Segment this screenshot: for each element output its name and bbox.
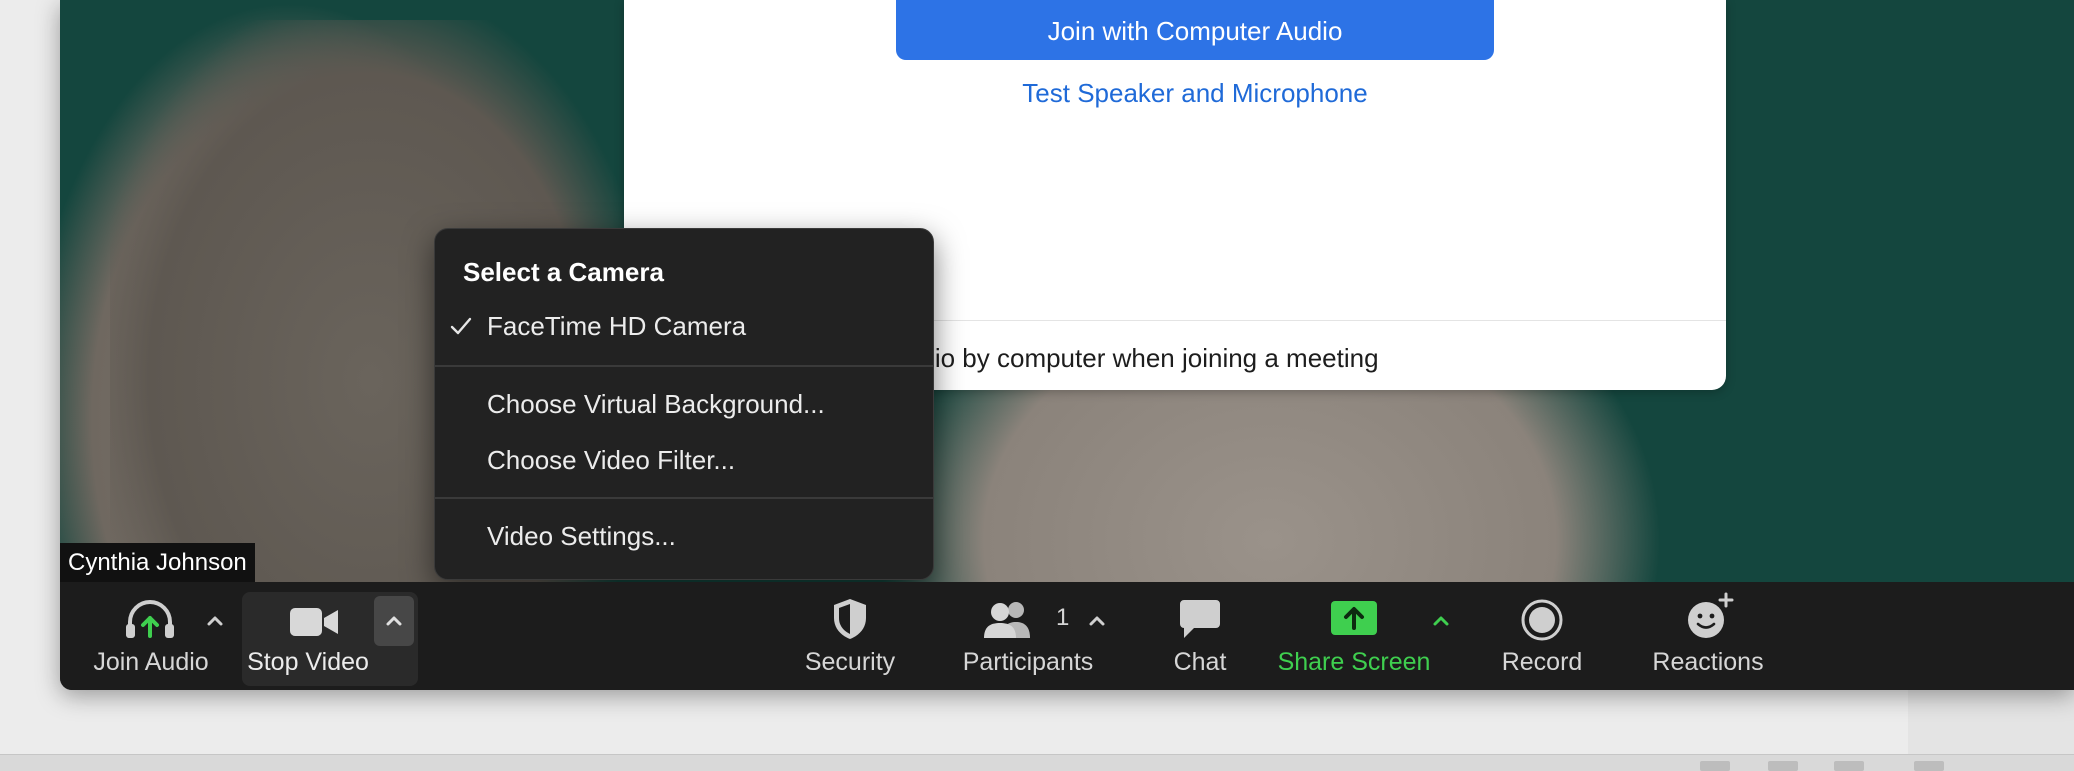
menu-title: Select a Camera	[463, 257, 664, 287]
chat-label: Chat	[1173, 648, 1227, 676]
menu-item-video-filter[interactable]: Choose Video Filter...	[487, 445, 735, 476]
participants-options-chevron-up-icon[interactable]	[1084, 608, 1110, 634]
chat-bubble-icon	[1180, 600, 1220, 638]
video-options-button[interactable]	[374, 596, 414, 646]
join-audio-button[interactable]: Join Audio	[60, 582, 220, 682]
join-audio-label: Join Audio	[93, 648, 209, 676]
join-computer-audio-button[interactable]: Join with Computer Audio	[896, 0, 1494, 60]
share-options-chevron-up-icon[interactable]	[1428, 608, 1454, 634]
auto-join-audio-label[interactable]: in audio by computer when joining a meet…	[864, 343, 1379, 374]
video-options-chevron-up-icon	[386, 616, 402, 626]
test-speaker-microphone-link[interactable]: Test Speaker and Microphone	[896, 78, 1494, 109]
video-camera-icon	[290, 608, 338, 636]
audio-options-chevron-up-icon[interactable]	[202, 608, 228, 634]
record-button[interactable]: Record	[1470, 582, 1610, 682]
reactions-label: Reactions	[1652, 648, 1764, 676]
share-screen-button[interactable]: Share Screen	[1277, 582, 1440, 682]
menu-item-video-settings[interactable]: Video Settings...	[487, 521, 676, 552]
meeting-toolbar: Join Audio Stop Video Security 1 Partici…	[60, 582, 2074, 690]
menu-separator	[435, 365, 933, 367]
reactions-button[interactable]: Reactions	[1630, 582, 1790, 682]
background-window-edge	[1908, 690, 2074, 755]
participant-name-tag: Cynthia Johnson	[60, 543, 255, 582]
participants-label: Participants	[962, 648, 1094, 676]
checkmark-icon	[450, 317, 472, 335]
chat-button[interactable]: Chat	[1140, 582, 1260, 682]
camera-menu: Select a Camera FaceTime HD Camera Choos…	[434, 228, 934, 580]
record-icon	[1521, 599, 1563, 641]
headphones-icon	[126, 600, 174, 638]
participants-count: 1	[1056, 604, 1070, 631]
menu-separator	[435, 497, 933, 499]
share-screen-label: Share Screen	[1277, 648, 1431, 676]
participants-icon	[984, 602, 1030, 638]
security-button[interactable]: Security	[780, 582, 920, 682]
shield-icon	[834, 599, 866, 639]
record-label: Record	[1501, 648, 1583, 676]
share-screen-icon	[1331, 601, 1377, 635]
security-label: Security	[804, 648, 896, 676]
stop-video-label: Stop Video	[247, 648, 369, 676]
zoom-meeting-window: Cynthia Johnson Join with Computer Audio…	[60, 0, 2074, 690]
background-status-strip	[0, 754, 2074, 771]
menu-item-facetime-camera[interactable]: FaceTime HD Camera	[487, 311, 746, 342]
menu-item-virtual-background[interactable]: Choose Virtual Background...	[487, 389, 825, 420]
reactions-smiley-icon	[1688, 592, 1734, 638]
